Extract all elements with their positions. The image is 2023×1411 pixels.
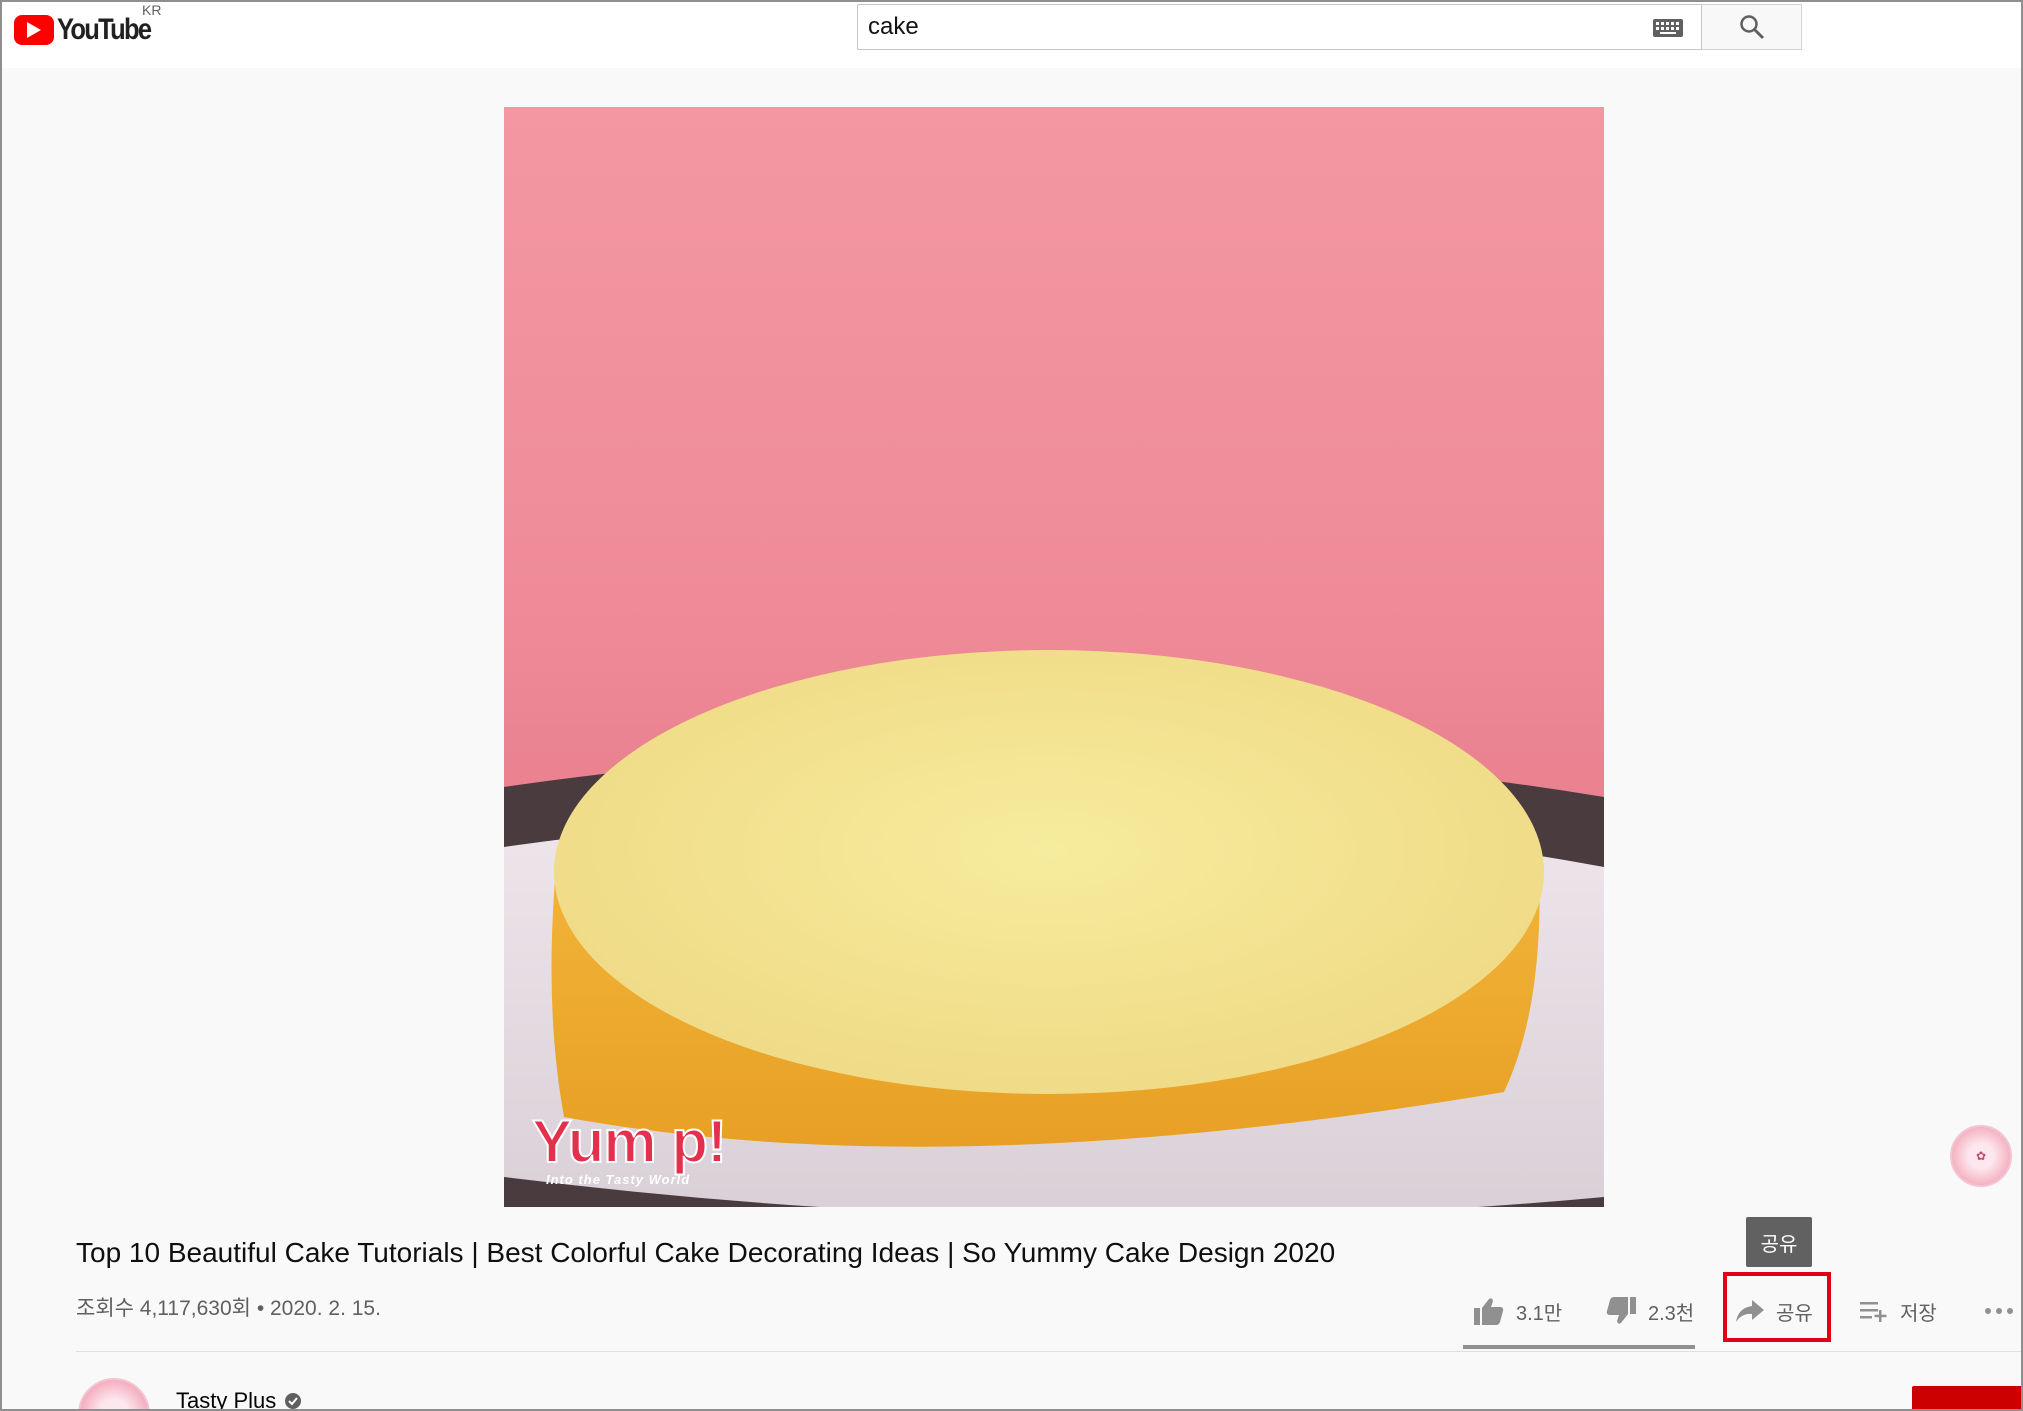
like-button[interactable]: 3.1만	[1474, 1288, 1562, 1334]
subscribe-button[interactable]	[1912, 1386, 2023, 1411]
channel-name[interactable]: Tasty Plus	[176, 1388, 276, 1411]
search-button[interactable]	[1702, 4, 1802, 50]
share-tooltip: 공유	[1746, 1217, 1812, 1267]
logo-wordmark: YouTube	[57, 13, 152, 46]
thumb-up-icon	[1474, 1298, 1504, 1325]
video-player[interactable]: Yum p! Into the Tasty World	[504, 107, 1604, 1207]
save-button[interactable]: 저장	[1860, 1288, 1937, 1334]
video-frame-cake	[504, 650, 1604, 1207]
masthead: YouTube KR cake	[2, 2, 2021, 68]
more-actions-button[interactable]	[1984, 1288, 2023, 1334]
playlist-add-icon	[1860, 1302, 1887, 1322]
dislike-count: 2.3천	[1648, 1302, 1695, 1325]
search-query[interactable]: cake	[868, 13, 919, 41]
share-highlight-box	[1723, 1272, 1831, 1342]
more-horiz-icon	[1985, 1308, 2013, 1314]
country-code: KR	[142, 2, 162, 18]
keyboard-icon[interactable]	[1653, 19, 1683, 37]
channel-avatar[interactable]	[78, 1378, 150, 1411]
channel-avatar-floating[interactable]: ✿	[1950, 1125, 2012, 1187]
sentiment-bar	[1463, 1345, 1695, 1349]
search-icon	[1739, 15, 1764, 40]
like-count: 3.1만	[1516, 1302, 1563, 1325]
channel-name-row[interactable]: Tasty Plus	[176, 1388, 302, 1411]
search-input[interactable]: cake	[857, 4, 1702, 50]
avatar-label: ✿	[1975, 1149, 1987, 1163]
video-views-date: 조회수 4,117,630회 • 2020. 2. 15.	[76, 1297, 381, 1320]
channel-watermark: Yum p! Into the Tasty World	[531, 1108, 728, 1188]
watermark-brand: Yum p!	[531, 1108, 728, 1175]
youtube-play-icon	[14, 15, 54, 45]
verified-badge-icon	[285, 1393, 302, 1409]
sentiment-bar-fill	[1463, 1345, 1691, 1349]
save-label: 저장	[1900, 1302, 1937, 1325]
section-divider	[76, 1351, 2023, 1352]
video-title: Top 10 Beautiful Cake Tutorials | Best C…	[76, 1237, 1336, 1268]
dislike-button[interactable]: 2.3천	[1606, 1288, 1694, 1334]
thumb-down-icon	[1606, 1297, 1636, 1324]
